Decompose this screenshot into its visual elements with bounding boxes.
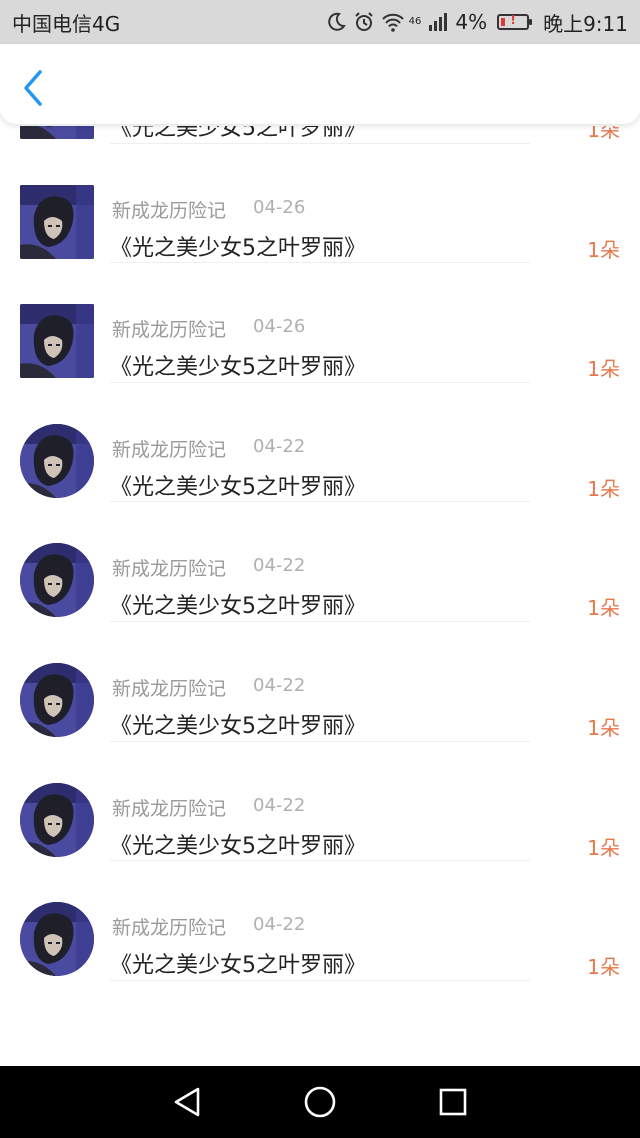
nav-home-button[interactable] xyxy=(300,1082,340,1122)
item-title: 《光之美少女5之叶罗丽》 xyxy=(110,235,366,261)
item-username: 新成龙历险记 xyxy=(112,917,227,940)
item-date: 04-22 xyxy=(253,555,306,577)
nav-back-button[interactable] xyxy=(167,1082,207,1122)
list-item[interactable]: 新成龙历险记 04-22 《光之美少女5之叶罗丽》 1朵 xyxy=(0,740,640,862)
home-circle-icon xyxy=(304,1086,336,1118)
item-date: 04-22 xyxy=(253,674,306,696)
battery-percent: 4% xyxy=(455,10,488,34)
item-amount: 1朵 xyxy=(587,126,620,142)
nav-recents-button[interactable] xyxy=(433,1082,473,1122)
back-triangle-icon xyxy=(174,1087,199,1117)
header-bar xyxy=(0,44,640,124)
signal-icon xyxy=(427,11,449,33)
item-amount: 1朵 xyxy=(587,835,620,860)
recents-square-icon xyxy=(440,1088,467,1116)
item-username: 新成龙历险记 xyxy=(112,797,227,820)
avatar[interactable] xyxy=(20,304,94,379)
alarm-icon xyxy=(353,11,375,33)
item-amount: 1朵 xyxy=(587,476,620,501)
item-amount: 1朵 xyxy=(587,715,620,740)
item-title: 《光之美少女5之叶罗丽》 xyxy=(110,355,366,381)
avatar[interactable] xyxy=(20,126,94,139)
item-title: 《光之美少女5之叶罗丽》 xyxy=(110,126,366,141)
item-title: 《光之美少女5之叶罗丽》 xyxy=(110,953,366,979)
item-date: 04-22 xyxy=(253,914,306,936)
item-username: 新成龙历险记 xyxy=(112,558,227,581)
status-bar: 中国电信4G 46 4% ! 晚上9:11 xyxy=(0,0,640,44)
avatar[interactable] xyxy=(20,902,94,977)
list-item[interactable]: 新成龙历险记 04-22 《光之美少女5之叶罗丽》 1朵 xyxy=(0,500,640,622)
avatar[interactable] xyxy=(20,423,94,498)
gift-record-list[interactable]: 新成龙历险记 04-26 《光之美少女5之叶罗丽》 1朵 新成龙历险记 04-2… xyxy=(0,126,640,1066)
avatar[interactable] xyxy=(20,662,94,737)
carrier-label: 中国电信4G xyxy=(12,11,121,36)
avatar[interactable] xyxy=(20,782,94,857)
system-nav-bar xyxy=(0,1066,640,1138)
item-username: 新成龙历险记 xyxy=(112,199,227,222)
item-username: 新成龙历险记 xyxy=(112,677,227,700)
list-item[interactable]: 新成龙历险记 04-26 《光之美少女5之叶罗丽》 1朵 xyxy=(0,261,640,383)
back-button[interactable] xyxy=(14,66,54,106)
list-item[interactable]: 新成龙历险记 04-22 《光之美少女5之叶罗丽》 1朵 xyxy=(0,859,640,981)
list-item[interactable]: 新成龙历险记 04-22 《光之美少女5之叶罗丽》 1朵 xyxy=(0,381,640,503)
list-content: 新成龙历险记 04-26 《光之美少女5之叶罗丽》 1朵 新成龙历险记 04-2… xyxy=(0,126,640,981)
network-badge: 46 xyxy=(408,15,422,27)
list-item[interactable]: 新成龙历险记 04-22 《光之美少女5之叶罗丽》 1朵 xyxy=(0,620,640,742)
item-title: 《光之美少女5之叶罗丽》 xyxy=(110,833,366,859)
item-username: 新成龙历险记 xyxy=(112,319,227,342)
clock: 晚上9:11 xyxy=(543,11,628,36)
item-date: 04-22 xyxy=(253,435,306,457)
item-amount: 1朵 xyxy=(587,237,620,262)
list-item[interactable]: 新成龙历险记 04-26 《光之美少女5之叶罗丽》 1朵 xyxy=(0,142,640,264)
item-amount: 1朵 xyxy=(587,357,620,382)
item-title: 《光之美少女5之叶罗丽》 xyxy=(110,474,366,500)
moon-icon xyxy=(325,11,347,33)
avatar[interactable] xyxy=(20,184,94,259)
item-date: 04-26 xyxy=(253,316,306,338)
divider xyxy=(110,979,530,981)
avatar[interactable] xyxy=(20,543,94,618)
chevron-left-icon xyxy=(24,70,42,106)
item-username: 新成龙历险记 xyxy=(112,438,227,461)
app-screen: 中国电信4G 46 4% ! 晚上9:11 《光之美少女5之叶罗丽》 1朵 新成… xyxy=(0,0,640,1138)
item-amount: 1朵 xyxy=(587,955,620,980)
battery-icon: ! xyxy=(497,13,533,30)
item-amount: 1朵 xyxy=(587,596,620,621)
item-date: 04-26 xyxy=(253,196,306,218)
wifi-icon xyxy=(381,11,404,33)
status-icons: 46 4% ! 晚上9:11 xyxy=(325,8,628,37)
item-title: 《光之美少女5之叶罗丽》 xyxy=(110,594,366,620)
list-item[interactable]: 新成龙历险记 04-26 《光之美少女5之叶罗丽》 1朵 xyxy=(0,126,640,144)
item-date: 04-22 xyxy=(253,794,306,816)
item-title: 《光之美少女5之叶罗丽》 xyxy=(110,713,366,739)
